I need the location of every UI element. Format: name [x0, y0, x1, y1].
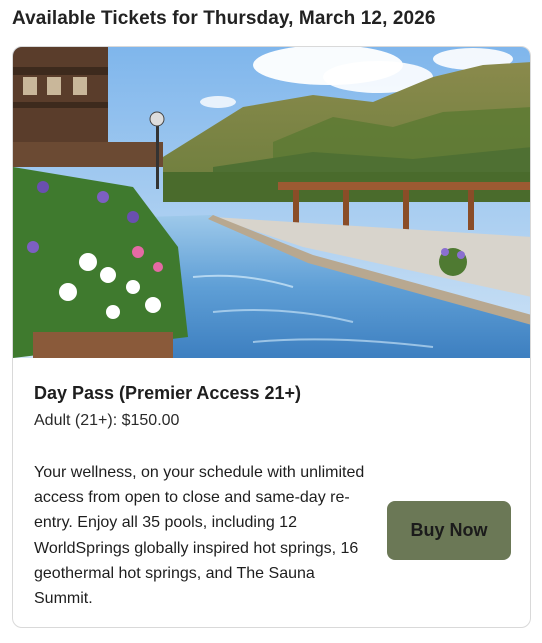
ticket-card: Day Pass (Premier Access 21+) Adult (21+… [12, 46, 531, 628]
tickets-heading: Available Tickets for Thursday, March 12… [12, 8, 436, 29]
buy-now-button[interactable]: Buy Now [387, 501, 511, 560]
pass-description: Your wellness, on your schedule with unl… [34, 464, 365, 608]
pass-title: Day Pass (Premier Access 21+) [34, 383, 302, 403]
pass-price: Adult (21+): $150.00 [34, 412, 180, 429]
resort-pool-photo [13, 47, 530, 358]
